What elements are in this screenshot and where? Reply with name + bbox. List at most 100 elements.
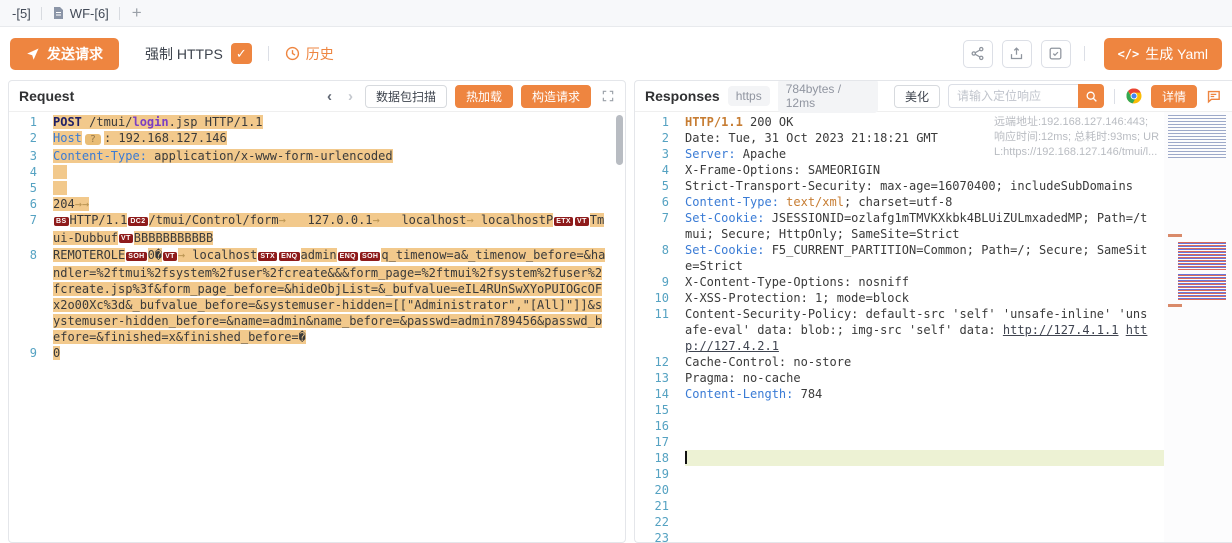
share-icon [970,46,985,61]
code-line[interactable]: 22 [635,514,1164,530]
line-number: 8 [635,242,685,274]
line-number: 19 [635,466,685,482]
tab-wf5[interactable]: -[5] [2,0,41,26]
comment-icon[interactable] [1205,88,1222,105]
line-number: 13 [635,370,685,386]
code-line[interactable]: 6Content-Type: text/xml; charset=utf-8 [635,194,1164,210]
nav-forward-button[interactable]: › [344,88,357,105]
code-line[interactable]: 4X-Frame-Options: SAMEORIGIN [635,162,1164,178]
line-number: 1 [635,114,685,130]
response-editor[interactable]: 远端地址:192.168.127.146:443; 响应时间:12ms; 总耗时… [635,112,1164,542]
tab-wf6[interactable]: WF-[6] [42,0,119,26]
hot-reload-button[interactable]: 热加载 [455,85,513,108]
line-number: 5 [635,178,685,194]
chrome-icon[interactable] [1125,87,1143,105]
edit-check-icon [1048,46,1063,61]
details-button[interactable]: 详情 [1151,85,1197,108]
line-content: Content-Security-Policy: default-src 'se… [685,306,1164,354]
line-number: 20 [635,482,685,498]
line-content [685,514,1164,530]
code-line-active[interactable]: 18 [635,450,1164,466]
code-line[interactable]: 19 [635,466,1164,482]
code-line[interactable]: 7Set-Cookie: JSESSIONID=ozlafg1mTMVKXkbk… [635,210,1164,242]
check-icon: ✓ [236,46,247,62]
line-content [685,450,1164,466]
line-number: 1 [9,114,53,130]
line-content [685,498,1164,514]
code-line[interactable]: 8REMOTEROLESOH0�VT→ localhostSTXENQadmin… [9,247,625,345]
code-line[interactable]: 16 [635,418,1164,434]
code-line[interactable]: 4 [9,164,625,180]
code-line[interactable]: 90 [9,345,625,361]
edit-check-button[interactable] [1041,40,1071,68]
send-request-label: 发送请求 [47,44,103,64]
send-request-button[interactable]: 发送请求 [10,38,119,70]
code-line[interactable]: 12Cache-Control: no-store [635,354,1164,370]
search-box [948,84,1104,108]
search-input[interactable] [948,84,1078,108]
code-line[interactable]: 2Host?: 192.168.127.146 [9,130,625,148]
minimap[interactable] [1164,112,1232,542]
new-tab-button[interactable]: + [120,3,154,23]
code-line[interactable]: 8Set-Cookie: F5_CURRENT_PARTITION=Common… [635,242,1164,274]
search-button[interactable] [1078,84,1104,108]
line-content [685,402,1164,418]
generate-yaml-button[interactable]: </> 生成 Yaml [1104,38,1222,70]
code-line[interactable]: 20 [635,482,1164,498]
nav-back-button[interactable]: ‹ [323,88,336,105]
line-number: 17 [635,434,685,450]
line-content [685,418,1164,434]
code-line[interactable]: 21 [635,498,1164,514]
code-line[interactable]: 5Strict-Transport-Security: max-age=1607… [635,178,1164,194]
tab-bar: -[5] WF-[6] + [0,0,1232,27]
line-content: BSHTTP/1.1DC2/tmui/Control/form→ 127.0.0… [53,212,625,247]
response-editor-wrap: 远端地址:192.168.127.146:443; 响应时间:12ms; 总耗时… [635,112,1232,542]
history-label: 历史 [306,44,334,64]
code-line[interactable]: 23 [635,530,1164,542]
toolbar-divider [268,46,269,61]
generate-yaml-label: 生成 Yaml [1145,44,1208,64]
minimap-mark [1168,234,1182,237]
history-button[interactable]: 历史 [285,44,334,64]
minimap-body-block [1178,242,1226,270]
tab-label: -[5] [12,6,31,21]
code-line[interactable]: 7BSHTTP/1.1DC2/tmui/Control/form→ 127.0.… [9,212,625,247]
code-line[interactable]: 1POST /tmui/login.jsp HTTP/1.1 [9,114,625,130]
line-number: 18 [635,450,685,466]
line-content: POST /tmui/login.jsp HTTP/1.1 [53,114,625,130]
minimap-body-block [1178,274,1226,300]
request-editor[interactable]: 1POST /tmui/login.jsp HTTP/1.12Host?: 19… [9,112,625,542]
beautify-button[interactable]: 美化 [894,85,940,108]
line-content [685,530,1164,542]
line-content [685,466,1164,482]
code-line[interactable]: 9X-Content-Type-Options: nosniff [635,274,1164,290]
code-line[interactable]: 17 [635,434,1164,450]
code-line[interactable]: 13Pragma: no-cache [635,370,1164,386]
packet-scan-button[interactable]: 数据包扫描 [365,85,447,108]
construct-request-button[interactable]: 构造请求 [521,85,591,108]
code-line[interactable]: 10X-XSS-Protection: 1; mode=block [635,290,1164,306]
fullscreen-icon[interactable] [601,89,615,103]
line-content: Content-Length: 784 [685,386,1164,402]
code-line[interactable]: 6204→→ [9,196,625,212]
line-content [685,482,1164,498]
line-number: 4 [635,162,685,178]
code-line[interactable]: 11Content-Security-Policy: default-src '… [635,306,1164,354]
line-number: 2 [635,130,685,146]
export-button[interactable] [1002,40,1032,68]
export-icon [1009,46,1024,61]
code-line[interactable]: 14Content-Length: 784 [635,386,1164,402]
line-content: Cache-Control: no-store [685,354,1164,370]
response-panel-header: Responses https 784bytes / 12ms 美化 详情 [635,81,1232,112]
line-content [53,164,625,180]
share-button[interactable] [963,40,993,68]
code-line[interactable]: 15 [635,402,1164,418]
line-number: 4 [9,164,53,180]
code-line[interactable]: 3Content-Type: application/x-www-form-ur… [9,148,625,164]
request-scrollbar[interactable] [616,115,623,165]
send-icon [26,47,40,61]
code-line[interactable]: 5 [9,180,625,196]
text-cursor [685,451,687,464]
force-https-checkbox[interactable]: ✓ [231,43,252,64]
line-number: 23 [635,530,685,542]
